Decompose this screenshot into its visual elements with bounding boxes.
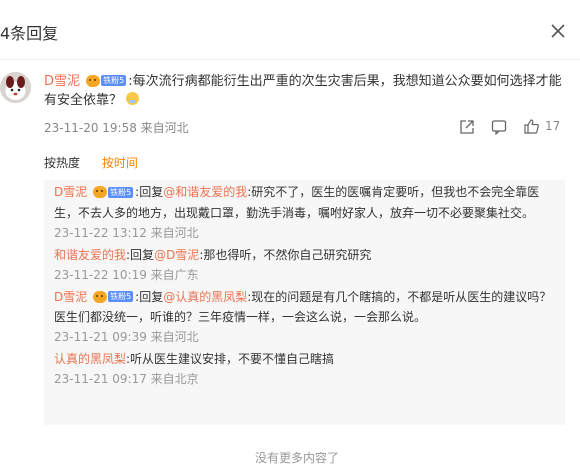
reply-prefix: :回复 xyxy=(135,289,164,304)
badge-emoji-icon xyxy=(93,186,108,198)
reply-username[interactable]: D雪泥 xyxy=(54,185,87,199)
avatar[interactable] xyxy=(0,72,31,103)
no-more-content: 没有更多内容了 xyxy=(255,451,340,465)
reply-item: D雪泥 铁粉5:回复@认真的黑凤梨:现在的问题是有几个瞎搞的，不都是听从医生的建… xyxy=(54,287,555,348)
badge-emoji-icon xyxy=(93,290,108,303)
badge-emoji-icon xyxy=(86,74,101,87)
reply-text: 和谐友爱的我:回复@D雪泥:那也得听，不然你自己研究研究 xyxy=(54,245,555,265)
reply-text: D雪泥 铁粉5:回复@和谐友爱的我:研究不了，医生的医嘱肯定要听，但我也不会完全… xyxy=(54,182,555,223)
share-icon[interactable] xyxy=(459,119,475,135)
reply-item: D雪泥 铁粉5:回复@和谐友爱的我:研究不了，医生的医嘱肯定要听，但我也不会完全… xyxy=(54,182,555,243)
reply-mention[interactable]: @认真的黑凤梨 xyxy=(163,290,247,304)
fan-badge-label: 铁粉5 xyxy=(108,186,134,198)
fan-badge-label: 铁粉5 xyxy=(101,75,127,86)
reply-timestamp: 23-11-21 09:17 来自北京 xyxy=(54,372,199,386)
reply-body: :那也得听，不然你自己研究研究 xyxy=(199,247,372,262)
sort-bar: 按热度 按时间 xyxy=(44,154,138,171)
dialog-title: 4条回复 xyxy=(0,24,59,43)
fan-badge: 铁粉5 xyxy=(86,71,127,90)
reply-text: D雪泥 铁粉5:回复@认真的黑凤梨:现在的问题是有几个瞎搞的，不都是听从医生的建… xyxy=(54,287,555,328)
reply-mention[interactable]: @D雪泥 xyxy=(154,248,199,262)
reply-body: :听从医生建议安排，不要不懂自己瞎搞 xyxy=(126,352,335,366)
main-comment: D雪泥 铁粉5:每次流行病都能衍生出严重的次生灾害后果，我想知道公众要如何选择才… xyxy=(44,72,569,110)
worried-emoji-icon xyxy=(126,92,140,105)
reply-timestamp: 23-11-22 10:19 来自广东 xyxy=(54,267,199,282)
fan-badge-label: 铁粉5 xyxy=(108,291,134,302)
reply-mention[interactable]: @和谐友爱的我 xyxy=(163,185,247,199)
comment-timestamp: 23-11-20 19:58 来自河北 xyxy=(44,121,189,135)
reply-timestamp: 23-11-22 13:12 来自河北 xyxy=(54,225,199,240)
reply-timestamp: 23-11-21 09:39 来自河北 xyxy=(54,330,199,344)
sort-by-hot[interactable]: 按热度 xyxy=(44,156,80,170)
fan-badge: 铁粉5 xyxy=(93,182,134,202)
reply-item: 认真的黑凤梨:听从医生建议安排，不要不懂自己瞎搞 23-11-21 09:17 … xyxy=(54,349,555,389)
dialog-header: 4条回复 xyxy=(0,0,580,60)
reply-list: D雪泥 铁粉5:回复@和谐友爱的我:研究不了，医生的医嘱肯定要听，但我也不会完全… xyxy=(44,180,565,425)
reply-username[interactable]: 和谐友爱的我 xyxy=(54,248,126,262)
comment-icon[interactable] xyxy=(491,119,507,135)
reply-prefix: :回复 xyxy=(126,247,155,262)
comment-username[interactable]: D雪泥 xyxy=(44,74,80,89)
thumbs-up-icon[interactable] xyxy=(523,118,540,135)
like-count: 17 xyxy=(545,119,561,133)
reply-username[interactable]: D雪泥 xyxy=(54,290,87,304)
sort-by-time[interactable]: 按时间 xyxy=(102,156,138,170)
fan-badge: 铁粉5 xyxy=(93,286,134,306)
reply-text: 认真的黑凤梨:听从医生建议安排，不要不懂自己瞎搞 xyxy=(54,349,555,369)
close-icon[interactable] xyxy=(549,22,567,40)
reply-item: 和谐友爱的我:回复@D雪泥:那也得听，不然你自己研究研究 23-11-22 10… xyxy=(54,245,555,285)
reply-prefix: :回复 xyxy=(135,185,164,199)
reply-username[interactable]: 认真的黑凤梨 xyxy=(54,352,126,366)
